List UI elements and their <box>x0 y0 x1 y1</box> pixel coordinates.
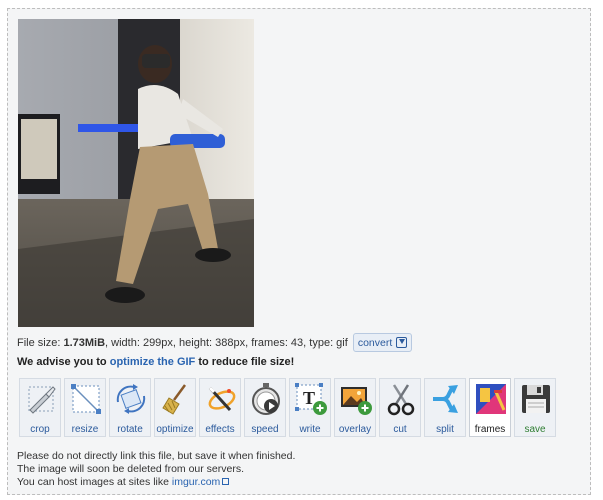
resize-icon <box>71 384 101 414</box>
tool-label: speed <box>251 424 279 435</box>
note-line: You can host images at sites like imgur.… <box>17 476 295 489</box>
advice-prefix: We advise you to <box>17 356 110 368</box>
tool-cut-button[interactable]: cut <box>379 378 421 437</box>
convert-label: convert <box>357 336 393 349</box>
file-info-line: File size: 1.73MiB, width: 299px, height… <box>17 333 413 352</box>
rotate-icon <box>116 384 146 414</box>
tool-label: optimize <box>156 424 194 435</box>
tool-label: resize <box>71 424 99 435</box>
split-arrow-icon <box>433 385 458 413</box>
tool-speed-button[interactable]: speed <box>244 378 286 437</box>
toolbar: crop resize rotate optimize effects spee… <box>19 378 556 437</box>
tool-split-button[interactable]: split <box>424 378 466 437</box>
frames-icon <box>476 384 506 414</box>
note-prefix: You can host images at sites like <box>17 476 172 488</box>
tool-label: split <box>436 424 454 435</box>
file-size-value: 1.73MiB <box>63 336 106 349</box>
tool-frames-button[interactable]: frames <box>469 378 511 437</box>
download-arrow-icon <box>396 337 408 348</box>
tool-effects-button[interactable]: effects <box>199 378 241 437</box>
svg-text:T: T <box>303 388 315 408</box>
tool-label: save <box>524 424 546 435</box>
tool-overlay-button[interactable]: overlay <box>334 378 376 437</box>
floppy-disk-icon <box>522 385 550 413</box>
crop-icon <box>28 386 56 414</box>
file-size-label: File size: <box>17 336 61 349</box>
tool-write-button[interactable]: T write <box>289 378 331 437</box>
tool-label: overlay <box>338 424 372 435</box>
advice-suffix: to reduce file size! <box>195 356 295 368</box>
stopwatch-icon <box>252 383 280 415</box>
text-add-icon: T <box>295 383 327 415</box>
tool-optimize-button[interactable]: optimize <box>154 378 196 437</box>
optimize-gif-link[interactable]: optimize the GIF <box>110 356 196 368</box>
tool-crop-button[interactable]: crop <box>19 378 61 437</box>
image-add-icon <box>341 387 372 415</box>
optimize-advice: We advise you to optimize the GIF to red… <box>17 356 294 368</box>
tool-label: rotate <box>117 424 143 435</box>
tool-label: frames <box>474 424 506 435</box>
tool-label: cut <box>393 424 407 435</box>
scissors-icon <box>387 384 415 416</box>
tool-resize-button[interactable]: resize <box>64 378 106 437</box>
tool-save-button[interactable]: save <box>514 378 556 437</box>
tool-rotate-button[interactable]: rotate <box>109 378 151 437</box>
magic-wand-icon <box>208 386 236 412</box>
tool-label: effects <box>205 424 235 435</box>
external-link-icon <box>222 478 230 485</box>
hosting-notes: Please do not directly link this file, b… <box>17 450 295 489</box>
file-details: , width: 299px, height: 388px, frames: 4… <box>105 336 348 349</box>
tool-label: crop <box>30 424 50 435</box>
broom-icon <box>162 384 187 415</box>
imgur-link[interactable]: imgur.com <box>172 476 220 488</box>
gif-preview-image <box>18 19 254 327</box>
note-line: Please do not directly link this file, b… <box>17 450 296 462</box>
convert-button[interactable]: convert <box>352 333 413 352</box>
tool-label: write <box>299 424 321 435</box>
note-line: The image will soon be deleted from our … <box>17 463 245 475</box>
